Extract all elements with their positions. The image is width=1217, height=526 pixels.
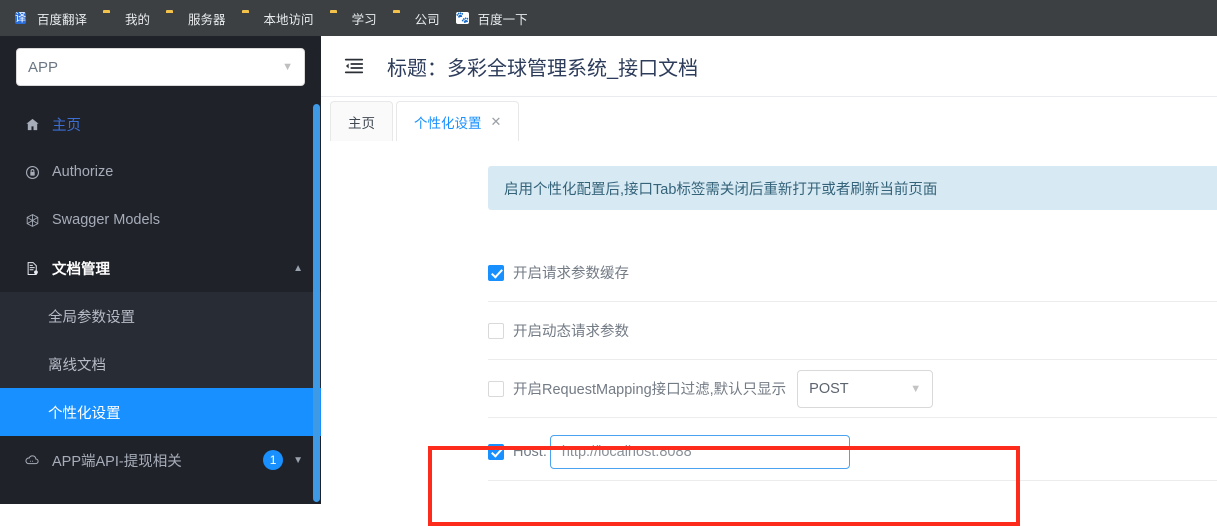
sidebar-item-doc-management[interactable]: 文档管理 ▲	[0, 244, 321, 292]
setting-row-request-param-cache: 开启请求参数缓存	[488, 244, 1217, 302]
host-input[interactable]: http://localhost:8088	[549, 434, 850, 469]
browser-bookmarks-bar: 译 百度翻译 我的 服务器 本地访问 学习 公司 🐾 百度一下	[0, 0, 1217, 36]
top-bar: 标题：多彩全球管理系统_接口文档	[321, 36, 1217, 97]
chevron-down-icon: ▼	[910, 382, 922, 395]
bookmark-item[interactable]: 服务器	[159, 6, 233, 31]
menu-fold-icon[interactable]	[343, 55, 365, 77]
sidebar-item-badge: 1	[263, 450, 284, 470]
sidebar-item-label: APP端API-提现相关	[52, 453, 182, 470]
info-alert-text: 启用个性化配置后,接口Tab标签需关闭后重新打开或者刷新当前页面	[504, 181, 938, 198]
bookmark-item[interactable]: 🐾 百度一下	[449, 6, 535, 31]
bookmark-label: 学习	[351, 12, 377, 27]
sidebar-item-home[interactable]: 主页	[0, 100, 321, 148]
tab-bar: 主页 个性化设置 ✕	[321, 97, 1217, 141]
chevron-down-icon: ▼	[293, 454, 303, 466]
lock-icon	[24, 164, 40, 180]
cloud-api-icon	[24, 452, 40, 468]
sidebar-item-swagger-models[interactable]: Swagger Models	[0, 196, 321, 244]
baidu-icon: 🐾	[455, 12, 470, 24]
tab-personalization[interactable]: 个性化设置 ✕	[396, 101, 520, 141]
checkbox-host[interactable]	[488, 443, 504, 460]
http-method-select[interactable]: POST ▼	[797, 369, 934, 408]
sidebar-item-global-params[interactable]: 全局参数设置	[0, 292, 321, 340]
setting-row-requestmapping-filter: 开启RequestMapping接口过滤,默认只显示 POST ▼	[488, 360, 1217, 418]
folder-icon	[242, 10, 258, 26]
setting-row-label: 开启动态请求参数	[513, 324, 629, 340]
sidebar-item-label: 个性化设置	[48, 405, 121, 422]
file-settings-icon	[24, 260, 40, 276]
tab-label: 主页	[348, 115, 375, 131]
sidebar-menu: 主页 Authorize Swagger Models 文档管理 ▲ 全局参数设…	[0, 100, 321, 484]
folder-icon	[103, 10, 119, 26]
sidebar-item-label: 主页	[52, 117, 81, 134]
tab-home[interactable]: 主页	[330, 101, 393, 141]
tab-label: 个性化设置	[414, 115, 482, 131]
host-label: Host:	[513, 443, 547, 460]
sidebar-item-authorize[interactable]: Authorize	[0, 148, 321, 196]
bookmark-item[interactable]: 本地访问	[235, 6, 321, 31]
host-input-value: http://localhost:8088	[561, 443, 692, 460]
bookmark-item[interactable]: 译 百度翻译	[8, 6, 94, 31]
bookmark-item[interactable]: 我的	[96, 6, 157, 31]
app-root: APP ▼ 主页 Authorize Swagger Models 文档管理 ▲…	[0, 36, 1217, 526]
bookmark-label: 我的	[125, 12, 151, 27]
folder-icon	[393, 10, 409, 26]
app-select[interactable]: APP ▼	[16, 48, 305, 86]
sidebar-item-app-api-withdraw[interactable]: APP端API-提现相关 1 ▼	[0, 436, 321, 484]
sidebar-item-offline-doc[interactable]: 离线文档	[0, 340, 321, 388]
home-icon	[24, 116, 40, 132]
chevron-down-icon: ▼	[282, 61, 293, 73]
info-alert: 启用个性化配置后,接口Tab标签需关闭后重新打开或者刷新当前页面	[488, 166, 1217, 210]
bookmark-label: 百度一下	[477, 12, 528, 27]
bookmark-label: 公司	[414, 12, 440, 27]
translate-icon: 译	[15, 12, 26, 24]
bookmark-label: 本地访问	[263, 12, 314, 27]
sidebar-item-label: Authorize	[52, 164, 114, 180]
close-icon[interactable]: ✕	[491, 114, 502, 130]
sidebar-scrollbar[interactable]	[313, 104, 320, 502]
folder-icon	[330, 10, 346, 26]
setting-row-label: 开启RequestMapping接口过滤,默认只显示	[513, 382, 787, 398]
app-select-value: APP	[28, 58, 59, 76]
checkbox-request-param-cache[interactable]	[488, 264, 504, 281]
page-title: 标题：多彩全球管理系统_接口文档	[387, 57, 699, 80]
setting-row-label: 开启请求参数缓存	[513, 266, 629, 282]
http-method-select-value: POST	[809, 380, 849, 397]
sidebar: APP ▼ 主页 Authorize Swagger Models 文档管理 ▲…	[0, 36, 321, 504]
checkbox-requestmapping-filter[interactable]	[488, 380, 504, 397]
folder-icon	[166, 10, 182, 26]
sidebar-item-personalization[interactable]: 个性化设置	[0, 388, 321, 436]
sidebar-submenu: 全局参数设置 离线文档 个性化设置	[0, 292, 321, 436]
sidebar-item-label: 文档管理	[52, 261, 110, 278]
sidebar-item-label: 全局参数设置	[48, 309, 135, 326]
bookmark-label: 服务器	[188, 12, 226, 27]
cube-icon	[24, 212, 40, 228]
sidebar-item-label: 离线文档	[48, 357, 106, 374]
bookmark-label: 百度翻译	[37, 12, 88, 27]
setting-row-dynamic-request-param: 开启动态请求参数	[488, 302, 1217, 360]
bookmark-item[interactable]: 公司	[386, 6, 447, 31]
chevron-up-icon: ▲	[293, 262, 303, 274]
bookmark-item[interactable]: 学习	[323, 6, 384, 31]
sidebar-item-label: Swagger Models	[52, 212, 160, 228]
checkbox-dynamic-request-param[interactable]	[488, 322, 504, 339]
setting-row-host: Host: http://localhost:8088	[488, 423, 1217, 481]
app-select-wrapper: APP ▼	[0, 36, 321, 96]
